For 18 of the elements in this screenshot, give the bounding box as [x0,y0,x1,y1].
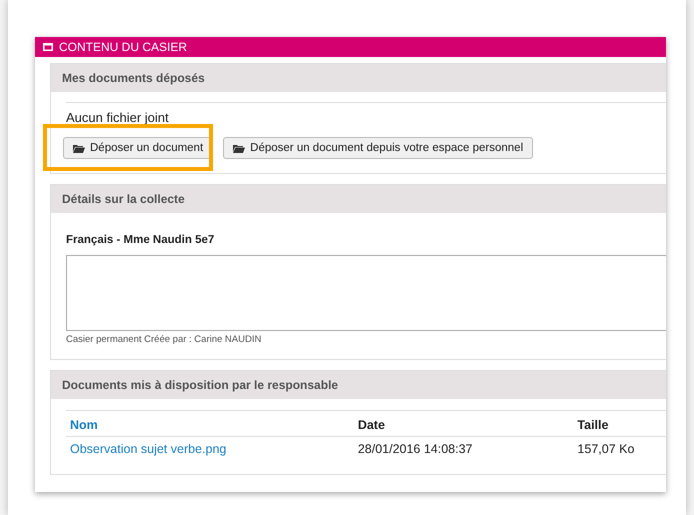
folder-icon [73,144,85,152]
section-title: Mes documents déposés [51,64,666,92]
table-cell: 28/01/2016 14:08:37 [354,436,574,460]
section-title: Détails sur la collecte [51,185,666,213]
empty-message: Aucun fichier joint [66,102,666,125]
file-link[interactable]: Observation sujet verbe.png [70,442,226,456]
collection-subject: Français - Mme Naudin 5e7 [66,233,216,248]
table-cell: 157,07 Ko [573,436,666,460]
column-header: Taille [573,410,666,436]
folder-icon [233,144,246,152]
column-header: Date [354,410,574,436]
section-title: Documents mis à disposition par le responsable [51,371,666,399]
text-area[interactable] [66,255,666,331]
column-header[interactable]: Nom [66,410,354,436]
window-icon [43,43,53,51]
panel-title: CONTENU DU CASIER [59,40,188,54]
upload-button[interactable]: Déposer un document depuis votre espace personnel [223,137,534,159]
collection-info: Casier permanent Créée par : Carine NAUDIN [66,333,262,345]
